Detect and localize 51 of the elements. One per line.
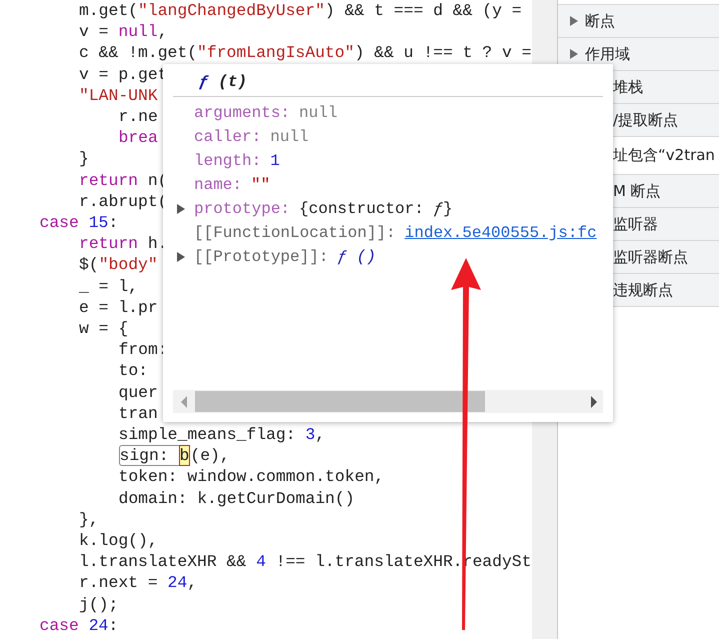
- code-line: w = {: [78, 318, 128, 340]
- property-value: ƒ (): [337, 248, 376, 266]
- code-line: j();: [78, 594, 118, 615]
- scroll-left-icon[interactable]: [181, 396, 187, 408]
- code-line: to:: [118, 360, 148, 382]
- code-line: case 15:: [38, 212, 118, 234]
- code-line: k.log(),: [78, 530, 158, 552]
- property-key: length:: [194, 152, 262, 170]
- code-line: token: window.common.token,: [118, 466, 384, 488]
- section-label: 断点: [585, 12, 615, 30]
- horizontal-scrollbar[interactable]: [173, 390, 603, 413]
- panel-section-header[interactable]: 断点: [558, 5, 719, 38]
- property-key: [[Prototype]]:: [194, 248, 328, 266]
- code-line: quer: [118, 382, 158, 403]
- scrollbar-thumb[interactable]: [195, 391, 485, 412]
- function-signature: ƒ (t): [173, 72, 603, 97]
- property-key: prototype:: [194, 200, 290, 218]
- code-line: brea: [118, 127, 158, 148]
- code-line: "LAN-UNK: [78, 84, 158, 106]
- property-value: "": [251, 176, 270, 194]
- code-line: v = p.get: [78, 64, 168, 85]
- code-line: v = null,: [78, 21, 168, 42]
- code-line: c && !m.get("fromLangIsAuto") && u !== t ? v =: [78, 42, 532, 64]
- property-key: [[FunctionLocation]]:: [194, 224, 396, 242]
- property-value: null: [299, 104, 338, 122]
- expand-triangle-icon[interactable]: [177, 252, 185, 262]
- code-line: $("body": [78, 254, 158, 276]
- code-line: simple_means_flag: 3,: [118, 424, 326, 446]
- property-value: null: [270, 128, 309, 146]
- code-line: return h.: [78, 233, 168, 254]
- code-line: tran: [118, 402, 158, 424]
- expand-triangle-icon[interactable]: [177, 204, 185, 214]
- code-line: e = l.pr: [78, 296, 158, 318]
- section-label: 作用域: [585, 44, 630, 64]
- expand-triangle-icon[interactable]: [570, 16, 578, 26]
- property-value: 1: [270, 152, 280, 170]
- scroll-right-icon[interactable]: [591, 396, 597, 408]
- property-key: caller:: [194, 128, 262, 146]
- code-line: case 24:: [38, 614, 118, 636]
- code-line: from:: [118, 339, 168, 360]
- property-key: arguments:: [194, 104, 290, 122]
- code-line: _ = l,: [78, 276, 138, 297]
- code-line: m.get("langChangedByUser") && t === d && (y =: [78, 0, 522, 22]
- property-value: {constructor: ƒ}: [299, 200, 453, 218]
- code-line: },: [78, 508, 99, 530]
- code-line: r.ne: [118, 106, 158, 128]
- property-key: name:: [194, 176, 242, 194]
- code-line: }: [78, 148, 89, 170]
- code-line: r.next = 24,: [78, 572, 198, 594]
- code-line: r.abrupt(: [78, 190, 168, 212]
- code-line: domain: k.getCurDomain(): [118, 488, 355, 509]
